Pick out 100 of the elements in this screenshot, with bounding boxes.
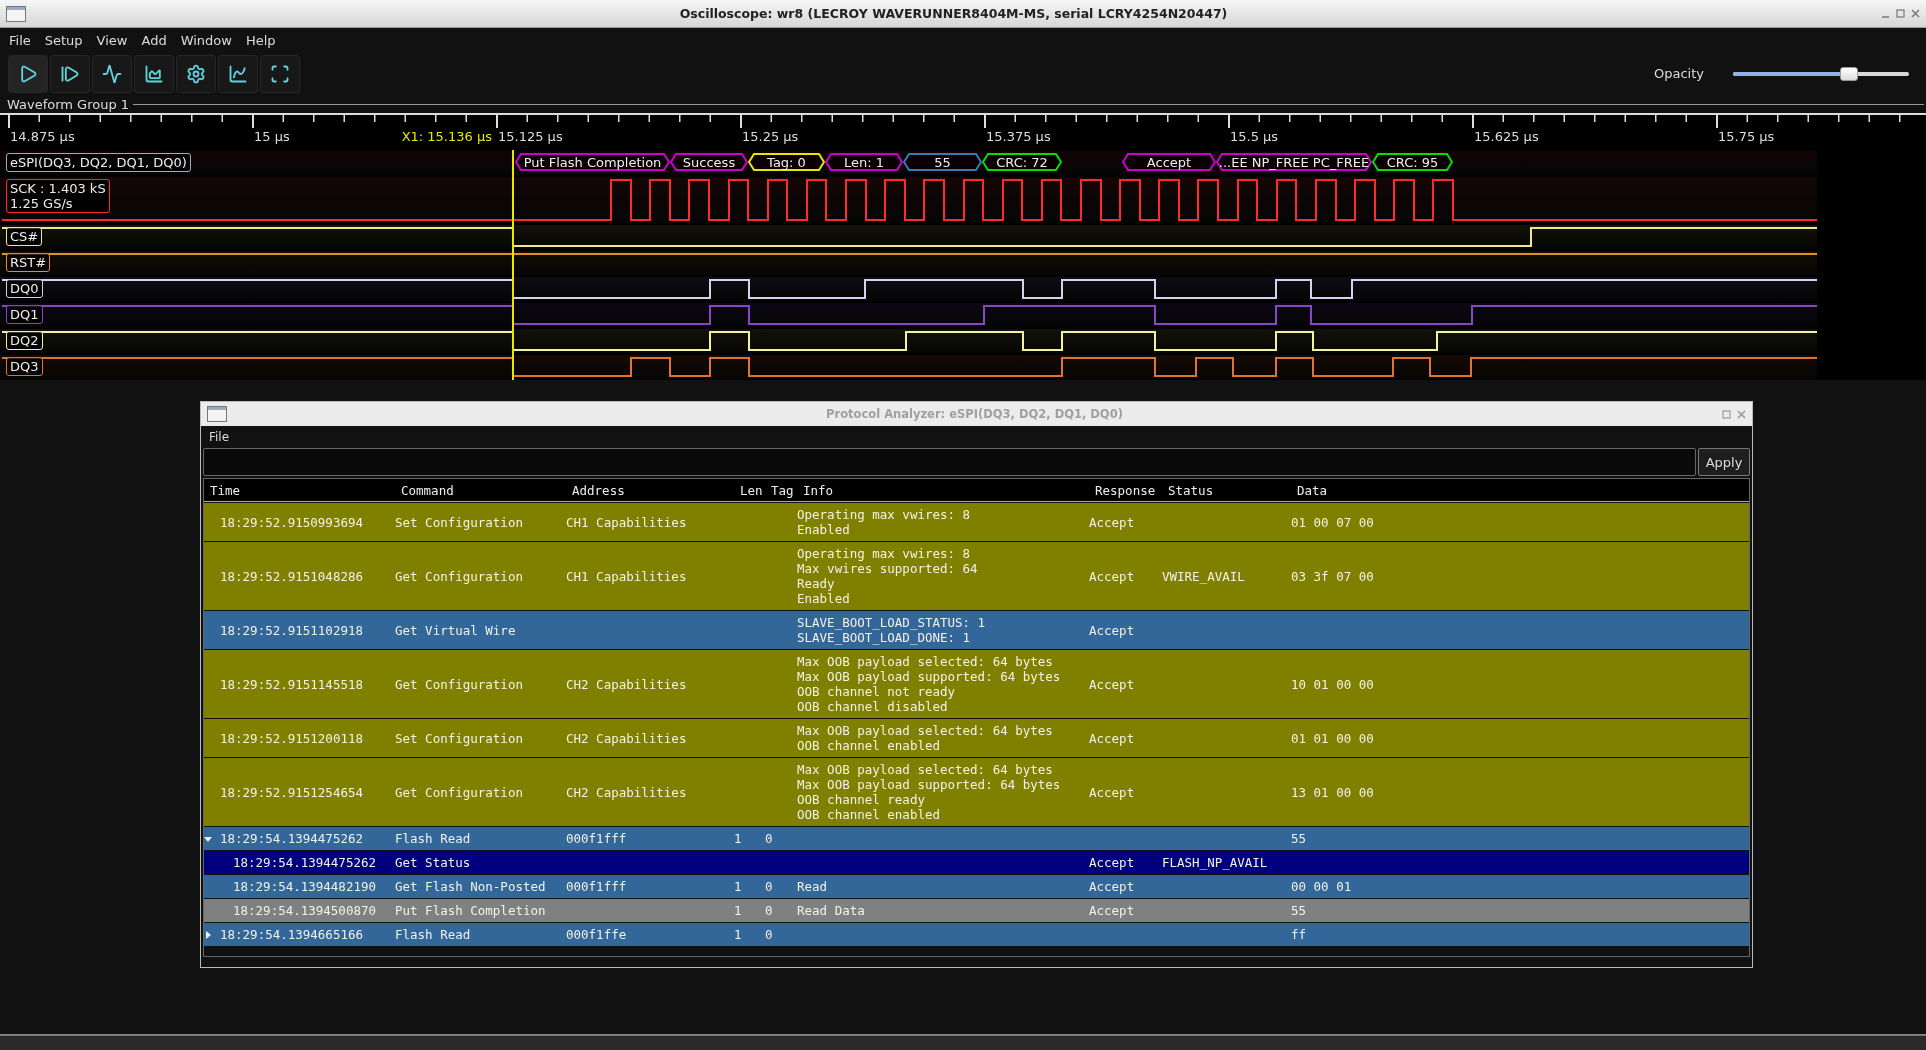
table-row[interactable]: 18:29:52.9150993694 Set Configuration CH1 Capabilities Operating max vwires: 8 Enabled Accept 01 00 07 00 [204, 503, 1749, 541]
window-title: Protocol Analyzer: eSPI(DQ3, DQ2, DQ1, DQ0) [825, 407, 1124, 421]
table-cell-text: Read [797, 879, 829, 894]
cursor-label: X1: 15.136 µs [401, 129, 494, 144]
table-cell-text: 1 [734, 831, 743, 846]
column-header[interactable]: Status [1168, 482, 1297, 498]
tick-label: 15 µs [254, 129, 290, 144]
table-cell-text: CH2 Capabilities [566, 784, 688, 800]
play-button[interactable] [8, 54, 48, 93]
menu-item[interactable]: Help [238, 32, 283, 48]
column-header[interactable]: Command [401, 482, 572, 498]
channel-label[interactable]: DQ0 [6, 279, 43, 298]
table-cell-text: Accept [1089, 903, 1136, 918]
curve-button[interactable] [218, 54, 258, 93]
slider-thumb[interactable] [1840, 66, 1859, 81]
channel-label[interactable]: RST# [6, 253, 51, 272]
tick-label: 15.75 µs [1718, 129, 1775, 144]
table-cell-text: 00 00 01 [1291, 879, 1353, 894]
table-row[interactable]: 18:29:54.1394475262 Flash Read 000f1fff 1 0 55 [204, 827, 1749, 850]
table-row[interactable]: 18:29:52.9151102918 Get Virtual Wire SLAVE_BOOT_LOAD_STATUS: 1 SLAVE_BOOT_LOAD_DONE: 1 Accept [204, 611, 1749, 649]
table-row[interactable]: 18:29:52.9151145518 Get Configuration CH2 Capabilities Max OOB payload selected: 64 bytes Max OOB payload supported: 64 bytes OOB channel not ready OOB channel disabled Accept 10 01 00 00 [204, 650, 1749, 718]
column-header[interactable]: Tag [771, 482, 803, 498]
channel-label[interactable]: DQ3 [6, 357, 43, 376]
table-cell: 18:29:52.9151102918 [220, 622, 363, 638]
column-header[interactable]: Address [572, 482, 740, 498]
column-header[interactable]: Data [1297, 482, 1749, 498]
caret-icon[interactable] [204, 930, 212, 939]
menu-item[interactable]: Window [173, 32, 239, 48]
menu-item[interactable]: Setup [37, 32, 90, 48]
table-cell-text: 1 [734, 927, 743, 942]
decoded-packet[interactable]: CRC: 95 [1372, 153, 1453, 171]
channel-label[interactable]: SCK : 1.403 kS 1.25 GS/s [6, 179, 110, 213]
table-row[interactable]: 18:29:52.9151048286 Get Configuration CH1 Capabilities Operating max vwires: 8 Max vwires supported: 64 Ready Enabled Accept VWIRE_AVAIL 03 3f 07 00 [204, 542, 1749, 610]
decoded-packet[interactable]: ...EE NP_FREE PC_FREE [1216, 153, 1372, 171]
waveform-button[interactable] [92, 54, 132, 93]
table-cell-text: 0 [765, 927, 774, 942]
table-cell-text: CH1 Capabilities [566, 514, 688, 530]
table-cell-text: Accept [1089, 855, 1136, 870]
table-cell: 18:29:52.9151200118 [220, 730, 363, 746]
decoded-packet[interactable]: Put Flash Completion [515, 153, 670, 171]
channel-label[interactable]: CS# [6, 227, 43, 246]
table-cell: 18:29:52.9151254654 [220, 784, 363, 800]
column-header[interactable]: Info [803, 482, 1095, 498]
decoded-packet[interactable]: Accept [1122, 153, 1216, 171]
table-row[interactable]: 18:29:54.1394665166 Flash Read 000f1ffe 1 0 ff [204, 923, 1749, 946]
table-cell-text: Set Configuration [395, 730, 524, 746]
table-row[interactable]: 18:29:54.1394475262 Get Status Accept FLASH_NP_AVAIL [204, 851, 1749, 874]
table-cell: 18:29:54.1394475262 [220, 831, 363, 846]
table-cell-text: Get Configuration [395, 568, 524, 584]
table-row[interactable]: 18:29:52.9151254654 Get Configuration CH2 Capabilities Max OOB payload selected: 64 bytes Max OOB payload supported: 64 bytes OOB channel ready OOB channel enabled Accept 13 01 00 00 [204, 758, 1749, 826]
table-cell-text: Max OOB payload selected: 64 bytes OOB channel enabled [797, 723, 1054, 753]
channel-label[interactable]: DQ2 [6, 331, 43, 350]
column-header[interactable]: Time [210, 482, 401, 498]
table-row[interactable]: 18:29:52.9151200118 Set Configuration CH2 Capabilities Max OOB payload selected: 64 bytes OOB channel enabled Accept 01 01 00 00 [204, 719, 1749, 757]
table-cell: 18:29:54.1394475262 [233, 855, 376, 870]
table-cell-text: CH1 Capabilities [566, 568, 688, 584]
table-cell-text: 03 3f 07 00 [1291, 568, 1375, 584]
fit-button[interactable] [260, 54, 300, 93]
table-cell: 18:29:54.1394500870 [233, 903, 376, 918]
table-cell-text: Max OOB payload selected: 64 bytes Max OOB payload supported: 64 bytes OOB channel ready OOB channel enabled [797, 762, 1062, 822]
close-icon[interactable] [1911, 9, 1920, 18]
table-cell: 18:29:52.9151048286 [220, 568, 363, 584]
decoded-packet[interactable]: Tag: 0 [748, 153, 825, 171]
table-cell-text: CH2 Capabilities [566, 676, 688, 692]
table-row[interactable]: 18:29:54.1394482190 Get Flash Non-Posted 000f1fff 1 0 Read Accept 00 00 01 [204, 875, 1749, 898]
window-title: Oscilloscope: wr8 (LECROY WAVERUNNER8404M-MS, serial LCRY4254N20447) [678, 6, 1229, 21]
menu-item[interactable]: File [202, 430, 237, 444]
table-cell-text: Get Status [395, 855, 472, 870]
window-icon [6, 5, 26, 22]
caret-icon[interactable] [204, 834, 212, 843]
column-header[interactable]: Len [740, 482, 771, 498]
table-cell-text: Get Configuration [395, 676, 524, 692]
channel-label[interactable]: DQ1 [6, 305, 43, 324]
decoded-packet[interactable]: Len: 1 [825, 153, 903, 171]
apply-button[interactable]: Apply [1698, 448, 1750, 476]
step-button[interactable] [50, 54, 90, 93]
decoder-label[interactable]: eSPI(DQ3, DQ2, DQ1, DQ0) [6, 153, 191, 172]
area-chart-button[interactable] [134, 54, 174, 93]
filter-field[interactable] [203, 448, 1696, 476]
table-cell-text: Max OOB payload selected: 64 bytes Max OOB payload supported: 64 bytes OOB channel not ready OOB channel disabled [797, 654, 1062, 714]
tick-label: 15.25 µs [742, 129, 799, 144]
table-cell-text: Get Virtual Wire [395, 622, 517, 638]
menu-item[interactable]: Add [134, 32, 174, 48]
gear-button[interactable] [176, 54, 216, 93]
table-cell-text: Read Data [797, 903, 866, 918]
step-icon [60, 63, 80, 84]
table-cell-text: 000f1ffe [566, 927, 628, 942]
menu-item[interactable]: File [2, 32, 38, 48]
table-row[interactable]: 18:29:54.1394500870 Put Flash Completion 1 0 Read Data Accept 55 [204, 899, 1749, 922]
decoded-packet[interactable]: Success [670, 153, 748, 171]
table-cell-text: Accept [1089, 514, 1136, 530]
play-icon [18, 63, 38, 84]
decoded-packet[interactable]: CRC: 72 [982, 153, 1062, 171]
decoded-packet[interactable]: 55 [903, 153, 982, 171]
maximize-icon[interactable] [1896, 9, 1905, 18]
tick-label: 14.875 µs [10, 129, 75, 144]
column-header[interactable]: Response [1095, 482, 1168, 498]
fit-icon [270, 63, 290, 84]
menu-item[interactable]: View [89, 32, 135, 48]
waveform-icon [102, 63, 122, 84]
